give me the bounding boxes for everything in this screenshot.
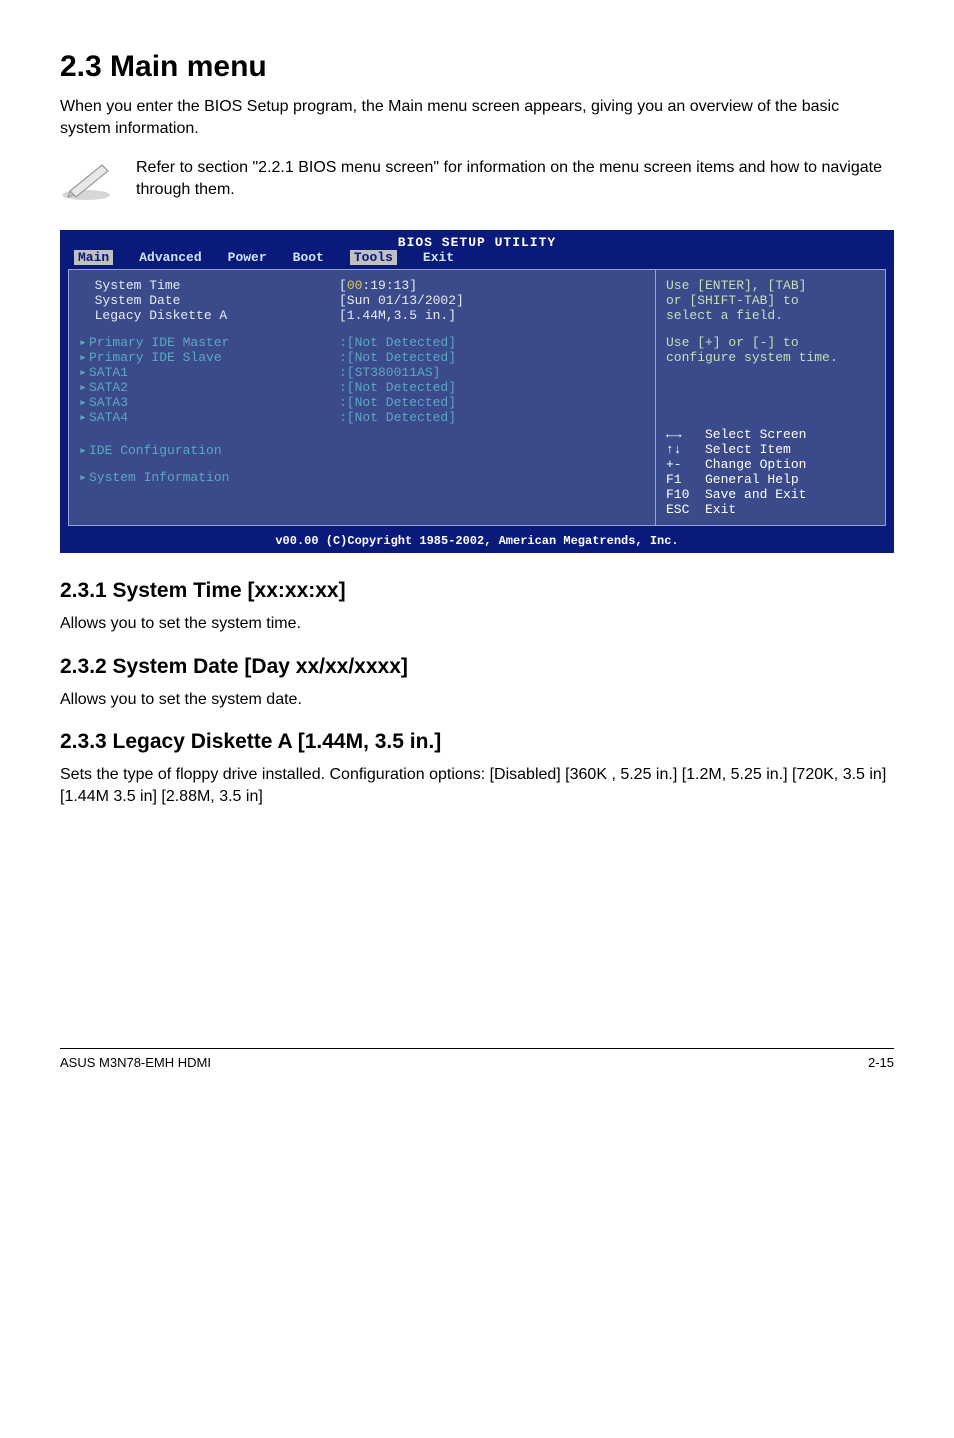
triangle-icon: ▸ — [79, 470, 89, 485]
system-information-item[interactable]: ▸System Information — [79, 470, 339, 485]
tab-tools[interactable]: Tools — [350, 250, 397, 265]
tab-advanced[interactable]: Advanced — [139, 250, 201, 265]
subsection-body: Sets the type of floppy drive installed.… — [60, 764, 894, 807]
note-pencil-icon — [60, 157, 116, 206]
label-text: SATA1 — [89, 365, 128, 380]
primary-ide-slave-label[interactable]: ▸Primary IDE Slave — [79, 350, 339, 365]
triangle-icon: ▸ — [79, 380, 89, 395]
label-text: Primary IDE Master — [89, 335, 229, 350]
bios-copyright: v00.00 (C)Copyright 1985-2002, American … — [62, 532, 892, 551]
section-title: 2.3 Main menu — [60, 50, 894, 84]
bios-window: BIOS SETUP UTILITY Main Advanced Power B… — [60, 230, 894, 553]
primary-ide-slave-value: :[Not Detected] — [339, 350, 645, 365]
primary-ide-master-label[interactable]: ▸Primary IDE Master — [79, 335, 339, 350]
sata1-value: :[ST380011AS] — [339, 365, 645, 380]
sata1-label[interactable]: ▸SATA1 — [79, 365, 339, 380]
bios-help-panel: Use [ENTER], [TAB] or [SHIFT-TAB] to sel… — [656, 269, 886, 526]
subsection-title-legacy-diskette: 2.3.3 Legacy Diskette A [1.44M, 3.5 in.] — [60, 730, 894, 754]
footer-left: ASUS M3N78-EMH HDMI — [60, 1055, 211, 1070]
triangle-icon: ▸ — [79, 410, 89, 425]
label-text: SATA4 — [89, 410, 128, 425]
note-block: Refer to section "2.2.1 BIOS menu screen… — [60, 157, 894, 206]
legacy-diskette-label[interactable]: Legacy Diskette A — [79, 308, 339, 323]
tab-power[interactable]: Power — [228, 250, 267, 265]
legacy-diskette-value[interactable]: [1.44M,3.5 in.] — [339, 308, 645, 323]
help-text: Use [ENTER], [TAB] — [666, 278, 875, 293]
nav-hint: ESC Exit — [666, 502, 875, 517]
label-text: SATA2 — [89, 380, 128, 395]
nav-hint: F10 Save and Exit — [666, 487, 875, 502]
subsection-title-system-date: 2.3.2 System Date [Day xx/xx/xxxx] — [60, 655, 894, 679]
ide-configuration-item[interactable]: ▸IDE Configuration — [79, 443, 339, 458]
sata2-label[interactable]: ▸SATA2 — [79, 380, 339, 395]
hour-field[interactable]: 00 — [347, 278, 363, 293]
triangle-icon: ▸ — [79, 350, 89, 365]
note-text: Refer to section "2.2.1 BIOS menu screen… — [136, 157, 894, 200]
system-date-label[interactable]: System Date — [79, 293, 339, 308]
label-text: SATA3 — [89, 395, 128, 410]
nav-hint: +- Change Option — [666, 457, 875, 472]
help-text: or [SHIFT-TAB] to — [666, 293, 875, 308]
nav-hint: F1 General Help — [666, 472, 875, 487]
triangle-icon: ▸ — [79, 443, 89, 458]
label-text: System Date — [95, 293, 181, 308]
subsection-body: Allows you to set the system time. — [60, 613, 894, 635]
bios-tabs: Main Advanced Power Boot Tools Exit — [62, 250, 892, 269]
help-text: Use [+] or [-] to — [666, 335, 875, 350]
label-text: Legacy Diskette A — [95, 308, 228, 323]
sata2-value: :[Not Detected] — [339, 380, 645, 395]
triangle-icon: ▸ — [79, 335, 89, 350]
bios-main-panel: System Time [00:19:13] System Date [Sun … — [68, 269, 656, 526]
sata3-label[interactable]: ▸SATA3 — [79, 395, 339, 410]
help-text: configure system time. — [666, 350, 875, 365]
primary-ide-master-value: :[Not Detected] — [339, 335, 645, 350]
tab-main[interactable]: Main — [74, 250, 113, 265]
system-time-value[interactable]: [00:19:13] — [339, 278, 645, 293]
help-text: select a field. — [666, 308, 875, 323]
triangle-icon: ▸ — [79, 395, 89, 410]
system-time-label[interactable]: System Time — [79, 278, 339, 293]
label-text: Primary IDE Slave — [89, 350, 222, 365]
sata4-value: :[Not Detected] — [339, 410, 645, 425]
label-text: System Information — [89, 470, 229, 485]
label-text: IDE Configuration — [89, 443, 222, 458]
triangle-icon: ▸ — [79, 365, 89, 380]
label-text: System Time — [95, 278, 181, 293]
sata4-label[interactable]: ▸SATA4 — [79, 410, 339, 425]
intro-paragraph: When you enter the BIOS Setup program, t… — [60, 96, 894, 139]
nav-hint: ←→ Select Screen — [666, 427, 875, 442]
subsection-body: Allows you to set the system date. — [60, 689, 894, 711]
footer-right: 2-15 — [868, 1055, 894, 1070]
bios-title: BIOS SETUP UTILITY — [62, 232, 892, 250]
tab-exit[interactable]: Exit — [423, 250, 454, 265]
time-rest: :19:13] — [362, 278, 417, 293]
subsection-title-system-time: 2.3.1 System Time [xx:xx:xx] — [60, 579, 894, 603]
page-footer: ASUS M3N78-EMH HDMI 2-15 — [60, 1048, 894, 1070]
nav-hint: ↑↓ Select Item — [666, 442, 875, 457]
system-date-value[interactable]: [Sun 01/13/2002] — [339, 293, 645, 308]
tab-boot[interactable]: Boot — [293, 250, 324, 265]
sata3-value: :[Not Detected] — [339, 395, 645, 410]
